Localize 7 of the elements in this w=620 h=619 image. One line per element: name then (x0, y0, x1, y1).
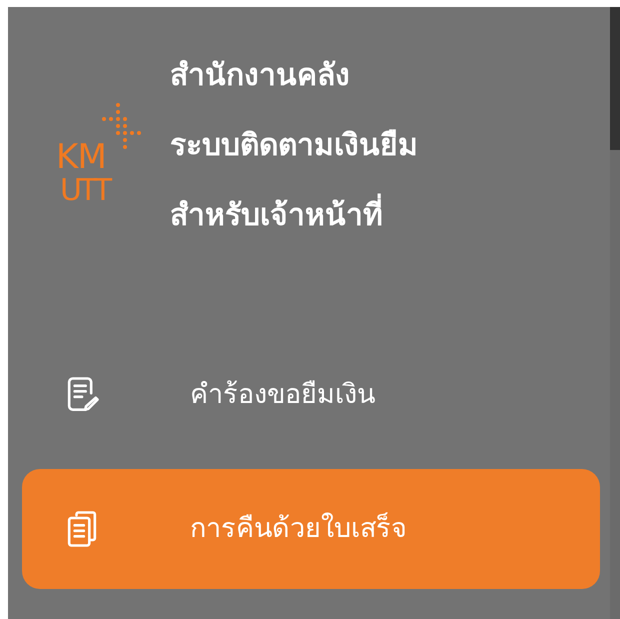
app-title: สำนักงานคลัง (170, 57, 351, 95)
app-title: สำหรับเจ้าหน้าที่ (170, 181, 418, 251)
app-title: ระบบติดตามเงินยืม (170, 127, 418, 165)
logo-text: UTT (60, 176, 110, 206)
logo-text: KM (56, 140, 106, 174)
menu-item[interactable]: การคืนด้วยใบเสร็จ (22, 469, 600, 589)
menu-item[interactable]: คำร้องขอยืมเงิน (22, 335, 596, 455)
